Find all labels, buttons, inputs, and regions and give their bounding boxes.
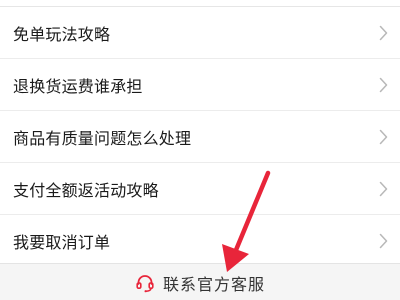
chevron-right-icon — [379, 181, 388, 197]
faq-item-label: 免单玩法攻略 — [13, 25, 111, 44]
faq-item-label: 商品有质量问题怎么处理 — [13, 129, 192, 148]
page: 免单玩法攻略 退换货运费谁承担 商品有质量问题怎么处理 支付全额返活动攻略 我要… — [0, 0, 400, 300]
faq-item-label: 支付全额返活动攻略 — [13, 181, 159, 200]
faq-item-label: 退换货运费谁承担 — [13, 77, 143, 96]
faq-item-full-refund[interactable]: 支付全额返活动攻略 — [0, 163, 400, 215]
chevron-right-icon — [379, 25, 388, 41]
contact-support-button[interactable]: 联系官方客服 — [0, 264, 400, 300]
faq-item-label: 我要取消订单 — [13, 233, 111, 252]
headset-icon — [136, 274, 154, 292]
faq-item-cancel-order[interactable]: 我要取消订单 — [0, 215, 400, 267]
chevron-right-icon — [379, 77, 388, 93]
contact-support-label: 联系官方客服 — [162, 274, 265, 294]
faq-item-return-shipping[interactable]: 退换货运费谁承担 — [0, 59, 400, 111]
chevron-right-icon — [379, 233, 388, 249]
faq-list: 免单玩法攻略 退换货运费谁承担 商品有质量问题怎么处理 支付全额返活动攻略 我要… — [0, 0, 400, 263]
bottom-bar: 联系官方客服 — [0, 263, 400, 300]
chevron-right-icon — [379, 129, 388, 145]
faq-item-free-order[interactable]: 免单玩法攻略 — [0, 7, 400, 59]
faq-item-quality-issue[interactable]: 商品有质量问题怎么处理 — [0, 111, 400, 163]
